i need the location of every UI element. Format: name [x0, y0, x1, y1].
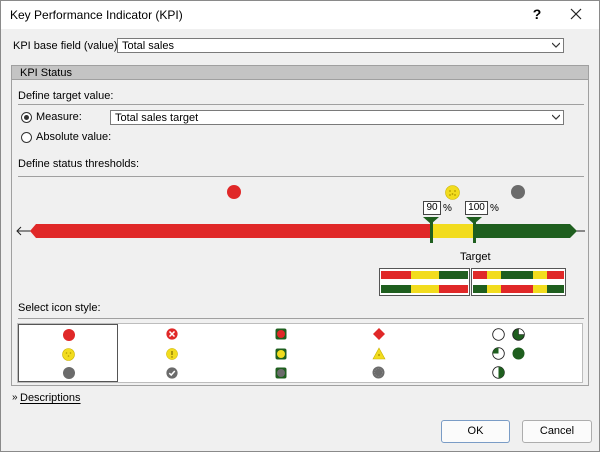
red-status-icon — [227, 185, 241, 199]
cancel-button[interactable]: Cancel — [522, 420, 592, 443]
icon-style-grid — [17, 323, 583, 383]
close-icon[interactable] — [567, 5, 585, 23]
threshold-slider[interactable] — [15, 216, 587, 248]
threshold-mode-option-2[interactable] — [471, 268, 566, 296]
help-button[interactable]: ? — [529, 6, 545, 22]
high-threshold-input[interactable]: 100 — [465, 201, 488, 215]
half-circle-icon — [492, 366, 505, 379]
empty-circle-icon — [492, 328, 505, 341]
target-label: Target — [460, 251, 491, 263]
descriptions-expand-icon[interactable]: » — [12, 392, 18, 403]
divider — [18, 176, 584, 177]
chevron-down-icon — [552, 114, 560, 120]
icon-style-label: Select icon style: — [18, 302, 101, 314]
dialog-title: Key Performance Indicator (KPI) — [10, 8, 183, 22]
yellow-circle-icon — [62, 348, 75, 361]
yellow-status-icon — [445, 185, 460, 200]
kpi-status-label: KPI Status — [20, 67, 72, 79]
full-circle-icon — [512, 347, 525, 360]
absolute-value-label: Absolute value: — [36, 131, 112, 143]
kpi-status-header: KPI Status — [11, 65, 589, 80]
x-circle-icon — [166, 328, 178, 340]
yellow-triangle-icon — [372, 347, 386, 360]
measure-value: Total sales target — [115, 112, 199, 124]
gray-square-icon — [275, 367, 287, 379]
title-bar: Key Performance Indicator (KPI) ? — [1, 1, 599, 29]
target-value-label: Define target value: — [18, 90, 114, 102]
red-diamond-icon — [373, 328, 385, 340]
thresholds-label: Define status thresholds: — [18, 158, 140, 170]
divider — [18, 318, 584, 319]
chevron-down-icon — [552, 42, 560, 48]
gray-status-icon — [511, 185, 525, 199]
base-field-value: Total sales — [122, 40, 174, 52]
measure-radio[interactable] — [21, 112, 32, 123]
base-field-label: KPI base field (value): — [13, 40, 121, 52]
divider — [18, 104, 584, 105]
base-field-select[interactable]: Total sales — [117, 38, 564, 53]
ok-button[interactable]: OK — [441, 420, 510, 443]
descriptions-toggle[interactable]: Descriptions — [20, 392, 81, 404]
icon-style-shapes[interactable] — [338, 324, 448, 382]
gray-dotted-circle-icon — [372, 366, 385, 379]
exclamation-circle-icon — [166, 348, 178, 360]
threshold-mode-option-1[interactable] — [379, 268, 470, 296]
measure-radio-label: Measure: — [36, 111, 82, 123]
absolute-value-radio[interactable] — [21, 132, 32, 143]
low-threshold-pct: % — [443, 203, 452, 214]
icon-style-circles[interactable] — [18, 324, 118, 382]
check-circle-icon — [166, 367, 178, 379]
red-square-icon — [275, 328, 287, 340]
measure-select[interactable]: Total sales target — [110, 110, 564, 125]
icon-style-quarters[interactable] — [448, 324, 582, 382]
red-circle-icon — [63, 329, 75, 341]
gray-circle-icon — [63, 367, 75, 379]
icon-style-symbols[interactable] — [118, 324, 226, 382]
high-threshold-pct: % — [490, 203, 499, 214]
kpi-dialog: Key Performance Indicator (KPI) ? KPI ba… — [0, 0, 600, 452]
icon-style-squares[interactable] — [226, 324, 338, 382]
yellow-square-icon — [275, 348, 287, 360]
three-quarter-circle-icon — [512, 328, 525, 341]
low-threshold-input[interactable]: 90 — [423, 201, 441, 215]
quarter-circle-icon — [492, 347, 505, 360]
